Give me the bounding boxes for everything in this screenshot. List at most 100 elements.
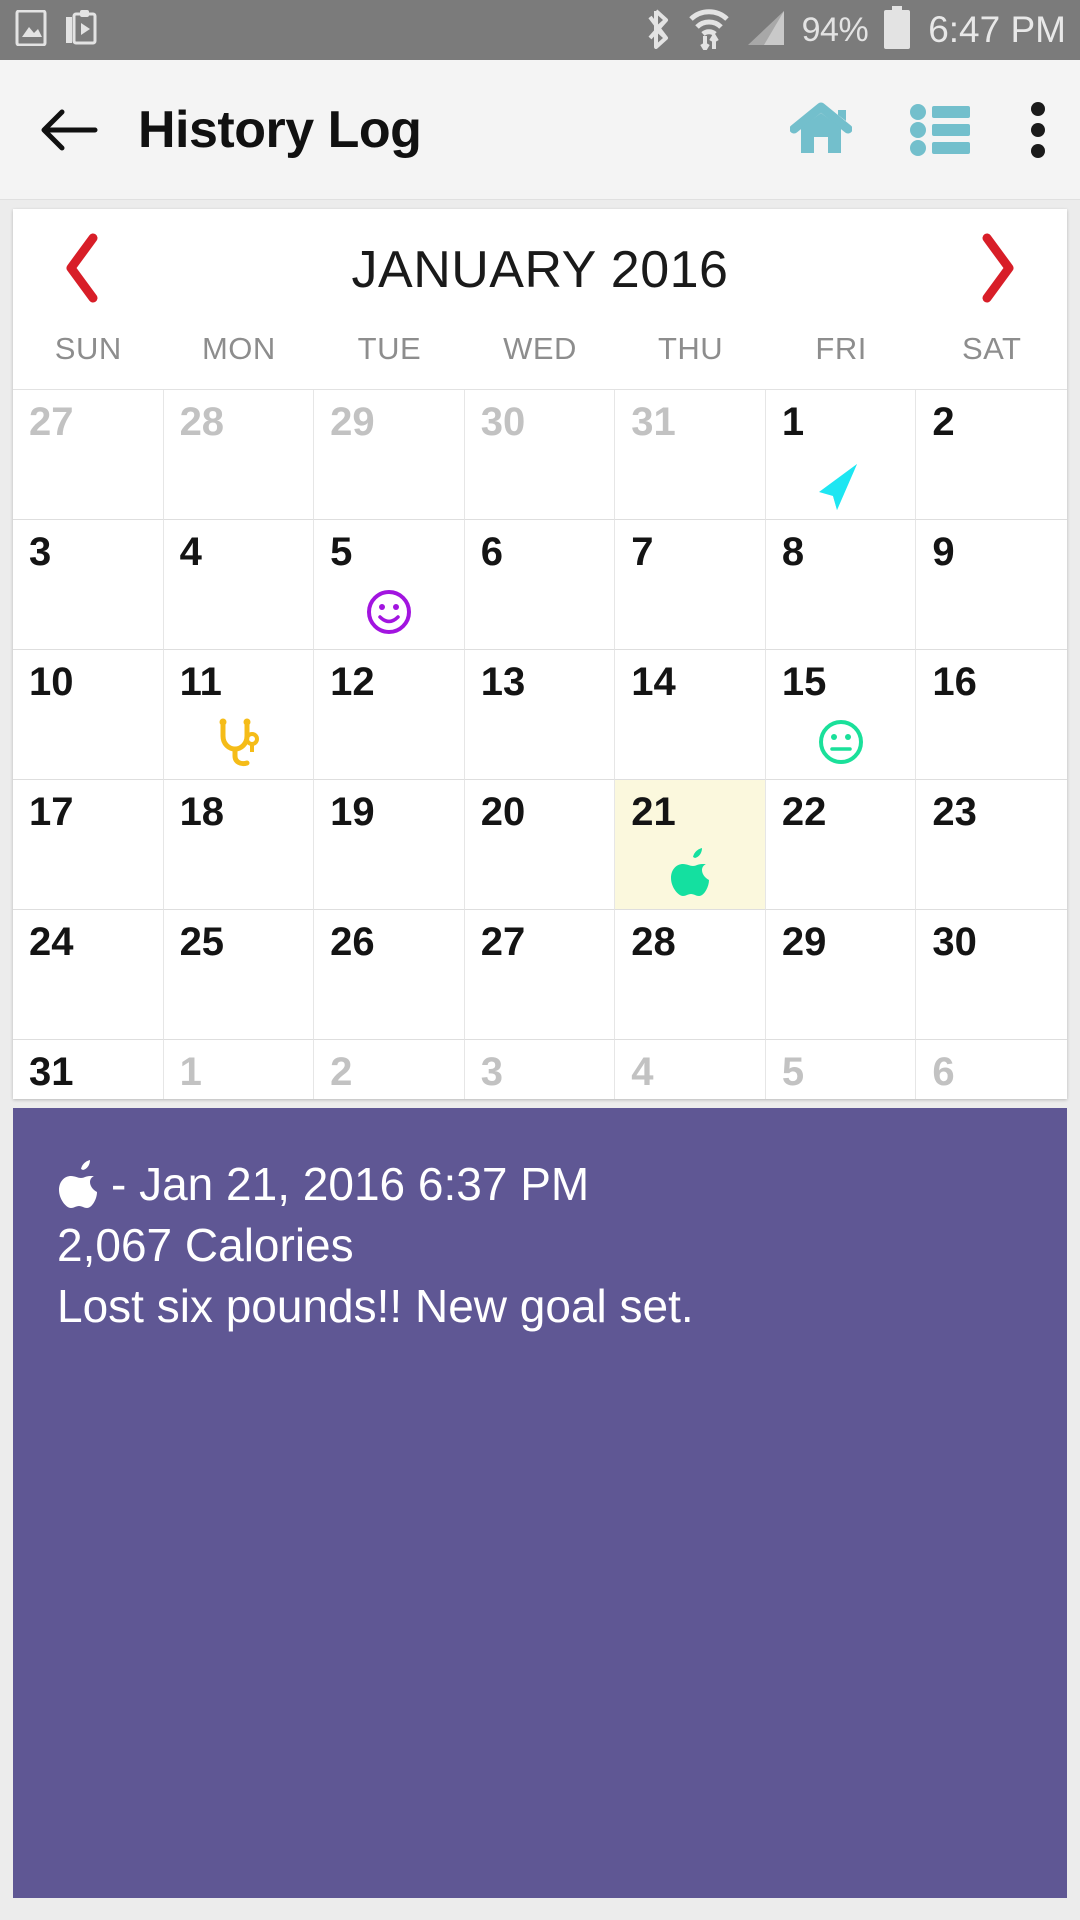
- overflow-menu-icon[interactable]: [1030, 101, 1046, 159]
- calendar-day-cell[interactable]: 31: [13, 1040, 164, 1099]
- status-bar: 94% 6:47 PM: [0, 0, 1080, 60]
- media-clipboard-icon: [64, 9, 98, 51]
- calendar-day-cell[interactable]: 4: [163, 520, 315, 650]
- calendar-day-cell[interactable]: 6: [464, 520, 616, 650]
- calendar-day-number: 24: [29, 920, 74, 964]
- calendar-day-cell[interactable]: 28: [163, 390, 315, 520]
- calendar-day-cell[interactable]: 4: [615, 1040, 766, 1099]
- calendar-day-number: 14: [631, 660, 676, 704]
- calendar-day-cell[interactable]: 15: [765, 650, 917, 780]
- paper-plane-icon: [813, 458, 869, 514]
- calendar-day-number: 15: [781, 660, 827, 704]
- calendar-day-cell[interactable]: 30: [916, 910, 1067, 1040]
- calendar-day-cell[interactable]: 1: [163, 1040, 315, 1099]
- calendar-day-cell[interactable]: 21: [615, 780, 766, 910]
- calendar-day-cell[interactable]: 6: [916, 1040, 1067, 1099]
- calendar-day-cell[interactable]: 20: [464, 780, 616, 910]
- calendar-day-number: 13: [480, 660, 526, 704]
- calendar-day-number: 25: [179, 920, 225, 964]
- calendar-day-number: 22: [781, 790, 827, 834]
- calendar-day-number: 11: [179, 660, 222, 704]
- calendar-grid: 27 28 29 30 31 1 2 3 4 5 6 7 8 9 10 11 12 13 14 15 16 17 18 19 2…: [13, 389, 1067, 1099]
- calendar-day-cell[interactable]: 2: [916, 390, 1067, 520]
- calendar-day-number: 21: [631, 790, 676, 834]
- calendar-day-cell[interactable]: 7: [615, 520, 766, 650]
- app-bar: History Log: [0, 60, 1080, 200]
- smiley-neutral-icon: [817, 718, 865, 766]
- prev-month-button[interactable]: [59, 232, 107, 309]
- calendar-day-cell[interactable]: 29: [314, 390, 465, 520]
- calendar-day-cell[interactable]: 30: [464, 390, 616, 520]
- calendar-day-cell[interactable]: 27: [464, 910, 616, 1040]
- calendar-day-cell[interactable]: 14: [615, 650, 766, 780]
- calendar-month-title: JANUARY 2016: [351, 241, 729, 299]
- calendar-day-cell[interactable]: 16: [916, 650, 1067, 780]
- calendar-day-number: 4: [631, 1050, 654, 1094]
- status-bar-left-icons: [14, 9, 98, 51]
- calendar-day-number: 10: [29, 660, 74, 704]
- calendar-day-number: 1: [781, 400, 805, 444]
- calendar-day-cell[interactable]: 27: [13, 390, 164, 520]
- weekday-label: SUN: [54, 331, 122, 366]
- calendar-day-cell[interactable]: 31: [615, 390, 766, 520]
- calendar-day-cell[interactable]: 5: [765, 1040, 917, 1099]
- cell-signal-icon: [744, 9, 788, 52]
- calendar-day-cell[interactable]: 8: [765, 520, 917, 650]
- bluetooth-icon: [648, 7, 674, 54]
- calendar-day-cell[interactable]: 2: [314, 1040, 465, 1099]
- calendar-day-number: 6: [480, 530, 503, 574]
- calendar-day-cell[interactable]: 5: [314, 520, 465, 650]
- calendar-day-cell[interactable]: 18: [163, 780, 315, 910]
- calendar-day-number: 19: [330, 790, 375, 834]
- weekday-label: FRI: [815, 331, 867, 366]
- calendar-day-number: 2: [330, 1050, 353, 1094]
- home-icon[interactable]: [790, 101, 852, 159]
- apple-icon: [669, 848, 711, 896]
- calendar-day-cell[interactable]: 25: [163, 910, 315, 1040]
- calendar-day-cell[interactable]: 19: [314, 780, 465, 910]
- next-month-button[interactable]: [973, 232, 1021, 309]
- calendar-day-cell[interactable]: 23: [916, 780, 1067, 910]
- calendar-day-number: 9: [932, 530, 955, 574]
- calendar-day-cell[interactable]: 12: [314, 650, 465, 780]
- calendar-day-cell[interactable]: 22: [765, 780, 917, 910]
- entry-calories-label: 2,067 Calories: [57, 1219, 354, 1271]
- calendar-day-cell[interactable]: 13: [464, 650, 616, 780]
- calendar-day-cell[interactable]: 10: [13, 650, 164, 780]
- battery-icon: [882, 5, 912, 55]
- weekday-label: THU: [657, 331, 724, 366]
- calendar-day-number: 3: [29, 530, 52, 574]
- entry-detail-panel: - Jan 21, 2016 6:37 PM 2,067 Calories Lo…: [13, 1108, 1067, 1898]
- back-arrow-icon[interactable]: [40, 101, 98, 159]
- calendar-day-cell[interactable]: 28: [615, 910, 766, 1040]
- image-icon: [14, 9, 48, 51]
- weekday-label: TUE: [357, 331, 422, 366]
- app-bar-actions: [790, 101, 1046, 159]
- calendar-day-number: 3: [480, 1050, 503, 1094]
- wifi-icon: [688, 6, 730, 55]
- calendar-day-cell[interactable]: 1: [765, 390, 917, 520]
- weekday-label: SAT: [961, 331, 1022, 366]
- entry-timestamp-label: - Jan 21, 2016 6:37 PM: [111, 1157, 590, 1210]
- calendar-day-cell[interactable]: 29: [765, 910, 917, 1040]
- page-title: History Log: [138, 100, 422, 159]
- smiley-happy-icon: [365, 588, 413, 636]
- status-bar-right-icons: 94% 6:47 PM: [648, 5, 1066, 55]
- calendar-day-number: 18: [179, 790, 225, 834]
- calendar-day-number: 17: [29, 790, 74, 834]
- weekday-header-row: SUN MON TUE WED THU FRI SAT: [13, 331, 1067, 389]
- calendar-day-number: 6: [932, 1050, 955, 1094]
- calendar-day-cell[interactable]: 24: [13, 910, 164, 1040]
- calendar-day-cell[interactable]: 3: [464, 1040, 616, 1099]
- calendar-day-cell[interactable]: 9: [916, 520, 1067, 650]
- calendar-day-number: 27: [29, 400, 74, 444]
- calendar-day-cell[interactable]: 3: [13, 520, 164, 650]
- calendar-day-number: 20: [480, 790, 526, 834]
- calendar-day-number: 8: [781, 530, 805, 574]
- calendar-day-number: 2: [932, 400, 955, 444]
- list-icon[interactable]: [910, 103, 972, 156]
- calendar-day-cell[interactable]: 17: [13, 780, 164, 910]
- calendar-day-cell[interactable]: 11: [163, 650, 315, 780]
- calendar-day-cell[interactable]: 26: [314, 910, 465, 1040]
- calendar-day-number: 31: [631, 400, 676, 444]
